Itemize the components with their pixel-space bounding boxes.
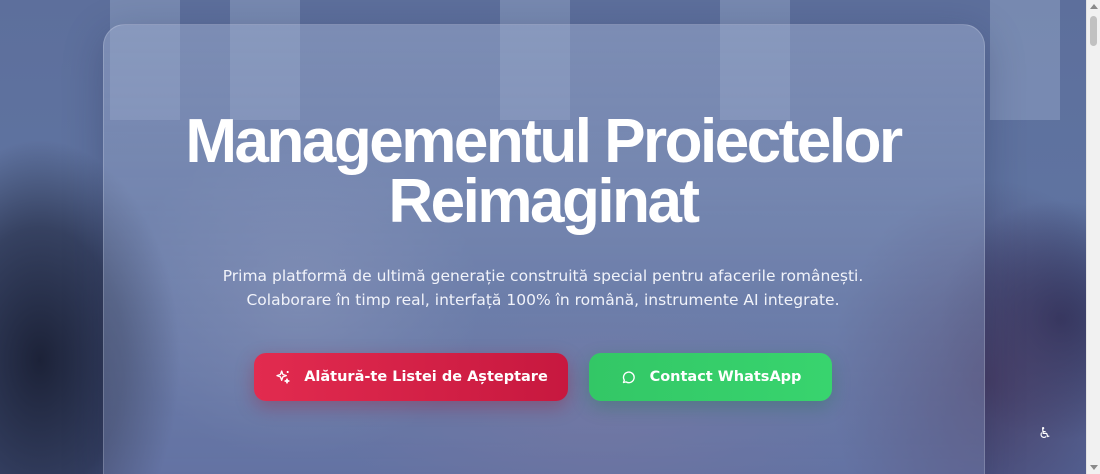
join-waitlist-label: Alătură-te Listei de Așteptare [304,369,548,385]
landing-page: Managementul Proiectelor Reimaginat Prim… [0,0,1100,474]
scroll-down-arrow-icon[interactable] [1090,465,1098,470]
background-window [990,0,1060,120]
scrollbar-thumb[interactable] [1090,16,1097,46]
hero-subtitle: Prima platformă de ultimă generație cons… [103,264,983,312]
contact-whatsapp-label: Contact WhatsApp [649,369,802,385]
hero-subtitle-line: Colaborare în timp real, interfață 100% … [246,291,840,309]
sparkles-icon [274,368,292,386]
hero-subtitle-line: Prima platformă de ultimă generație cons… [222,267,864,285]
hero-card [103,24,985,474]
accessibility-icon[interactable]: ♿ [1036,424,1054,442]
contact-whatsapp-button[interactable]: Contact WhatsApp [589,353,832,401]
scroll-up-arrow-icon[interactable] [1090,4,1098,9]
hero-title-line: Managementul Proiectelor [185,107,903,176]
whatsapp-icon [620,368,638,386]
hero-title: Managementul Proiectelor Reimaginat [103,107,983,236]
hero-title-line: Reimaginat [388,167,700,236]
join-waitlist-button[interactable]: Alătură-te Listei de Așteptare [254,353,568,401]
page-scrollbar[interactable] [1086,0,1100,474]
